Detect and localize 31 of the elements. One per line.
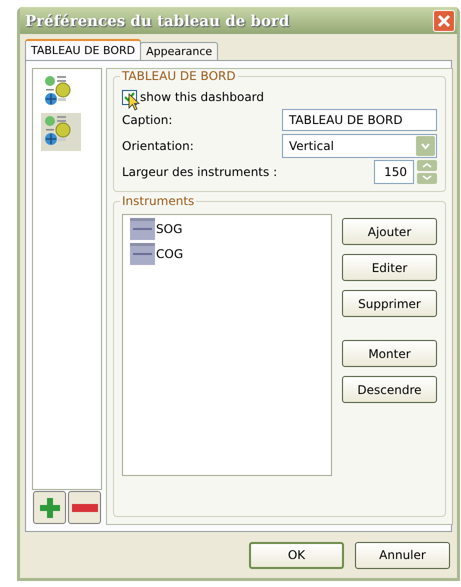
dialog-button[interactable]: Annuler: [355, 542, 450, 568]
cursor-icon: [128, 93, 140, 111]
action-button[interactable]: Ajouter: [342, 218, 437, 245]
close-icon: [437, 14, 451, 28]
orientation-dropdown[interactable]: Vertical: [282, 134, 437, 158]
field-label: Caption:: [122, 113, 172, 127]
close-button[interactable]: [433, 10, 455, 32]
group-title: TABLEAU DE BORD: [120, 69, 238, 83]
action-button[interactable]: Monter: [342, 340, 437, 367]
add-button[interactable]: [33, 491, 66, 524]
tab[interactable]: TABLEAU DE BORD: [25, 39, 142, 60]
tab[interactable]: Appearance: [140, 42, 218, 60]
remove-button[interactable]: [68, 491, 101, 524]
action-button[interactable]: Supprimer: [342, 290, 437, 317]
plus-icon: [38, 496, 62, 520]
caption-field[interactable]: TABLEAU DE BORD: [282, 109, 437, 131]
dashboard-item[interactable]: [41, 113, 81, 151]
action-button[interactable]: Descendre: [342, 376, 437, 403]
instrument-label[interactable]: SOG: [156, 222, 182, 236]
width-field[interactable]: 150: [374, 160, 414, 184]
group-title: Instruments: [120, 194, 196, 208]
field-label: Orientation:: [122, 139, 194, 153]
window-title: Préférences du tableau de bord: [25, 12, 290, 30]
dialog-button[interactable]: OK: [249, 542, 344, 568]
instrument-label[interactable]: COG: [156, 247, 184, 261]
field-label: Largeur des instruments :: [122, 165, 278, 179]
instrument-icon: [130, 218, 155, 240]
minus-icon: [72, 504, 98, 512]
action-button[interactable]: Editer: [342, 254, 437, 281]
instrument-icon: [130, 243, 155, 265]
checkbox-label: show this dashboard: [140, 90, 264, 104]
